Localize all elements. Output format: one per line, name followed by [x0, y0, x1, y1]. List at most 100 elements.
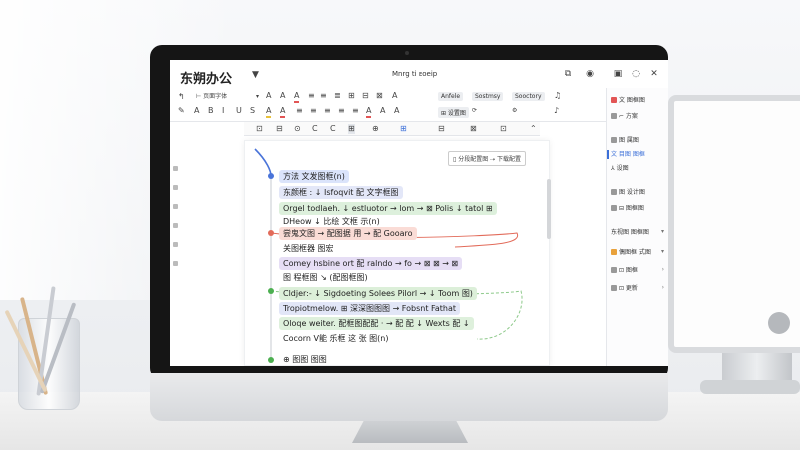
- text-color-icon[interactable]: A: [366, 106, 372, 118]
- minus-icon[interactable]: ⊟: [276, 124, 283, 134]
- sidebar-item[interactable]: ⊡ 更新: [611, 284, 638, 293]
- chevron-down-icon[interactable]: ▾: [256, 92, 259, 102]
- undo-icon[interactable]: ↰: [178, 92, 185, 102]
- format-chip[interactable]: Sooctory: [512, 92, 545, 101]
- mind-node[interactable]: Orgel todlaeh. ↓ estluotor → lom → ⊠ Pol…: [279, 202, 497, 215]
- target-icon[interactable]: ⊙: [294, 124, 301, 134]
- node-dot-red: [268, 230, 274, 236]
- second-monitor-base: [700, 380, 800, 394]
- music-icon[interactable]: ♪: [554, 106, 559, 116]
- chat-icon[interactable]: ◌: [630, 68, 642, 80]
- highlight-icon[interactable]: A: [266, 106, 272, 118]
- settings-icon[interactable]: ⚙: [512, 106, 517, 116]
- align-left-icon[interactable]: ≡: [308, 91, 315, 101]
- table-icon[interactable]: ⊞: [348, 91, 355, 101]
- rotate-icon[interactable]: C: [312, 124, 318, 134]
- file-icon: [611, 113, 617, 119]
- panel-icon[interactable]: ▣: [612, 68, 624, 80]
- strike-icon[interactable]: S: [250, 106, 255, 116]
- align-right-icon[interactable]: ≡: [324, 106, 331, 116]
- ribbon-toolbar: ↰ ⊢ 页面字体 ▾ A A A ≡ ≡ ≣ ⊞ ⊟ ⊠ A Anfele So…: [170, 88, 668, 122]
- sidebar-item[interactable]: 图 属图: [611, 136, 639, 145]
- mind-node[interactable]: Cocorn V能 乐框 这 张 图(n): [279, 332, 393, 345]
- property-icon: [611, 137, 617, 143]
- chevron-right-icon[interactable]: ›: [662, 266, 664, 273]
- chevron-down-icon[interactable]: ▼: [252, 70, 259, 80]
- sidebar-item[interactable]: 文 图框图: [611, 96, 645, 105]
- sidebar-item[interactable]: ⊡ 图框: [611, 266, 638, 275]
- bold-icon[interactable]: B: [208, 106, 214, 116]
- share-icon[interactable]: ⧉: [562, 68, 574, 80]
- sidebar-item[interactable]: 东视图 图框图: [611, 228, 649, 237]
- mind-map-canvas[interactable]: ▯ 分段配置图 ⇢ 下载配置 方法 文发图框(n) 东颜框 : ↓ Isfoqv…: [244, 140, 551, 366]
- design-icon: [611, 189, 617, 195]
- add-node-icon[interactable]: ⊕: [372, 124, 379, 134]
- music-icon[interactable]: ♫: [554, 91, 561, 101]
- document-title: Mnrg ti ᴇoeip: [392, 70, 438, 78]
- sidebar-item-active[interactable]: 文 目图 图框: [607, 150, 645, 159]
- mind-node[interactable]: Cldjer:- ↓ Sigdoeting Solees Pilorl → ↓ …: [279, 287, 477, 300]
- font-color-icon[interactable]: A: [280, 106, 286, 118]
- collapse-icon[interactable]: ⌃: [530, 124, 537, 134]
- mind-node[interactable]: 图 程框图 ↘ (配图框图): [279, 271, 372, 284]
- sidebar-item[interactable]: 图 设计图: [611, 188, 645, 197]
- copilot-icon[interactable]: ◉: [584, 68, 596, 80]
- grid-icon[interactable]: ⊞: [348, 124, 355, 134]
- mind-node[interactable]: 东颜框 : ↓ Isfoqvit 配 文字框图: [279, 186, 403, 199]
- close-icon[interactable]: ✕: [648, 68, 660, 80]
- mind-node[interactable]: ⊕ 图图 图图: [279, 353, 331, 366]
- font-size-icon[interactable]: A: [194, 106, 199, 116]
- bold-icon[interactable]: A: [266, 91, 271, 101]
- left-rail: [170, 152, 182, 332]
- sidebar-item[interactable]: ⅄ 设图: [611, 164, 629, 173]
- border-icon[interactable]: ⊠: [376, 91, 383, 101]
- chevron-right-icon[interactable]: ›: [662, 284, 664, 291]
- grid-icon[interactable]: ⊟: [362, 91, 369, 101]
- camera: [405, 51, 409, 55]
- format-painter-icon[interactable]: ✎: [178, 106, 185, 116]
- refresh-icon[interactable]: ⟳: [472, 106, 477, 116]
- sidebar-item[interactable]: ⊟ 图框图: [611, 204, 644, 213]
- shading-icon[interactable]: A: [380, 106, 385, 116]
- indent-icon[interactable]: ≡: [352, 106, 359, 116]
- highlight-icon[interactable]: A: [392, 91, 397, 101]
- sidebar-item[interactable]: ⌐ 方案: [611, 112, 638, 121]
- list-icon[interactable]: ≣: [334, 91, 341, 101]
- rotate-back-icon[interactable]: C: [330, 124, 336, 134]
- font-select[interactable]: ⊢ 页面字体: [196, 92, 227, 102]
- image-icon[interactable]: ⊡: [500, 124, 507, 134]
- chevron-down-icon[interactable]: ▾: [661, 248, 664, 255]
- char-border-icon[interactable]: A: [394, 106, 399, 116]
- mind-node[interactable]: 方法 文发图框(n): [279, 170, 349, 183]
- structure-icon[interactable]: ⊞: [400, 124, 407, 134]
- monitor-foot: [352, 421, 468, 443]
- layout-icon[interactable]: ⊟: [438, 124, 445, 134]
- align-center-icon[interactable]: ≡: [320, 91, 327, 101]
- layout-chip[interactable]: Sostmsy: [472, 92, 504, 101]
- align-center-icon[interactable]: ≡: [310, 106, 317, 116]
- node-dot-green: [268, 288, 274, 294]
- underline-icon[interactable]: U: [236, 106, 242, 116]
- font-color-icon[interactable]: A: [294, 91, 300, 103]
- folder-icon: [611, 249, 617, 255]
- justify-icon[interactable]: ≡: [338, 106, 345, 116]
- chevron-down-icon[interactable]: ▾: [661, 228, 664, 235]
- mind-node[interactable]: 关图框器 图宏: [279, 242, 338, 255]
- italic-icon[interactable]: I: [222, 106, 224, 116]
- frame-icon[interactable]: ⊡: [256, 124, 263, 134]
- italic-icon[interactable]: A: [280, 91, 285, 101]
- node-dot-green: [268, 357, 274, 363]
- node-dot-blue: [268, 173, 274, 179]
- mind-node[interactable]: Oloqe weiter. 配框图配配 · → 配 配 ↓ Wexts 配 ↓: [279, 317, 474, 330]
- sidebar-item[interactable]: 偶图框 式图: [611, 248, 651, 257]
- style-chip[interactable]: Anfele: [438, 92, 464, 101]
- mind-node[interactable]: Comey hsbine ort 配 ralndo → fo → ⊠ ⊠ → ⊠: [279, 257, 463, 270]
- title-bar: 东朔办公 ▼ Mnrg ti ᴇoeip ⧉ ◉ ▣ ◌ ✕: [170, 60, 668, 88]
- relation-icon[interactable]: ⊠: [470, 124, 477, 134]
- mind-node[interactable]: Tropiotmelow. ⊞ 深深图图图 → Fobsnt Fathat: [279, 302, 461, 315]
- update-icon: [611, 285, 617, 291]
- mind-node[interactable]: 尝鬼文图 → 配图据 用 → 配 Gooaro: [279, 227, 417, 240]
- settings-chip[interactable]: ⊞ 设置图: [438, 107, 469, 118]
- align-left-icon[interactable]: ≡: [296, 106, 303, 116]
- right-sidebar: 文 图框图 ⌐ 方案 图 属图 文 目图 图框 ⅄ 设图 图 设计图 ⊟ 图框图…: [606, 88, 668, 366]
